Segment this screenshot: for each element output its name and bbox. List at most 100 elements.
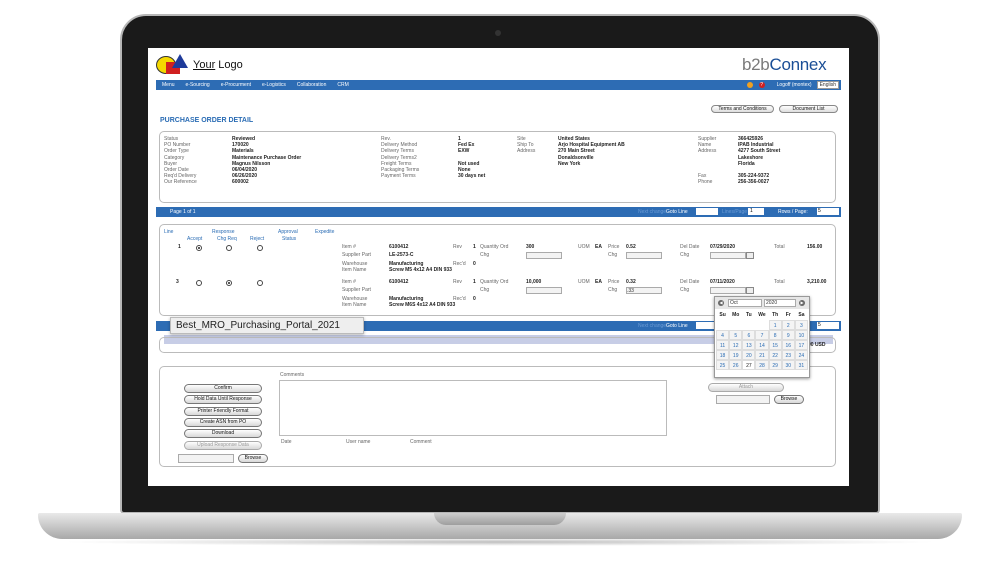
qty-change-input[interactable] [526, 287, 562, 294]
document-list-button[interactable]: Document List [779, 105, 838, 113]
calendar-day[interactable]: 18 [716, 350, 730, 360]
goto-line-input[interactable] [696, 208, 718, 215]
help-icon[interactable]: ? [758, 82, 765, 88]
calendar-day[interactable]: 31 [794, 360, 808, 370]
next-change-link[interactable]: Next change [638, 209, 666, 215]
nav-item[interactable]: Collaboration [297, 82, 326, 88]
header-value: 256-356-0027 [738, 179, 770, 186]
chgreq-radio[interactable] [226, 245, 232, 251]
attach-file-input[interactable] [716, 395, 770, 404]
calendar-day[interactable]: 28 [755, 360, 769, 370]
calendar-day[interactable]: 3 [794, 320, 808, 330]
settings-icon[interactable] [746, 82, 753, 88]
calendar-day[interactable]: 25 [716, 360, 730, 370]
date-header: Date [281, 439, 292, 445]
calendar-day[interactable]: 27 [742, 360, 756, 370]
calendar-day[interactable]: 2 [781, 320, 795, 330]
year-select[interactable]: 2020 [764, 299, 796, 307]
terms-button[interactable]: Terms and Conditions [711, 105, 774, 113]
lines-per-page-input[interactable]: 1 [748, 208, 764, 215]
download-button[interactable]: Download [184, 429, 262, 439]
next-month-icon[interactable]: ▶ [799, 300, 805, 306]
browse-button[interactable]: Browse [238, 454, 268, 463]
rows-per-page-input[interactable]: 5 [817, 208, 839, 215]
col-response: Response [212, 229, 235, 235]
calendar-day[interactable]: 13 [742, 340, 756, 350]
del-date-change-input[interactable] [710, 287, 746, 294]
nav-item[interactable]: e-Procurment [221, 82, 251, 88]
attach-button[interactable]: Attach [708, 383, 784, 392]
calendar-day[interactable]: 4 [716, 330, 730, 340]
date-picker[interactable]: ◀ Oct 2020 ▶ Su Mo Tu We Th Fr Sa 1 2 3 4 5 6 7 8 9 10 11… [714, 296, 810, 378]
calendar-day[interactable]: 24 [794, 350, 808, 360]
nav-item[interactable]: e-Logistics [262, 82, 286, 88]
header-label: Delivery Method [381, 142, 418, 149]
calendar-icon[interactable] [746, 252, 754, 259]
header-label: Address [517, 148, 536, 155]
rev-value: 1 [473, 244, 476, 250]
price-change-input[interactable]: .33 [626, 287, 662, 294]
calendar-day[interactable]: 29 [768, 360, 782, 370]
calendar-day[interactable]: 11 [716, 340, 730, 350]
month-select[interactable]: Oct [728, 299, 762, 307]
calendar-day[interactable]: 21 [755, 350, 769, 360]
calendar-day[interactable]: 19 [729, 350, 743, 360]
header-value: 305-224-9372 [738, 173, 770, 180]
calendar-day[interactable]: 10 [794, 330, 808, 340]
calendar-day[interactable]: 30 [781, 360, 795, 370]
reject-radio[interactable] [257, 245, 263, 251]
calendar-day[interactable]: 23 [781, 350, 795, 360]
printer-friendly-format-button[interactable]: Printer Friendly Format [184, 406, 262, 416]
col-chgreq: Chg Req [217, 236, 237, 242]
logoff-link[interactable]: Logoff (montex) [777, 82, 812, 88]
header-label: Phone [698, 179, 713, 186]
language-select[interactable]: English [816, 81, 839, 89]
accept-radio[interactable] [196, 280, 202, 286]
calendar-icon[interactable] [746, 287, 754, 294]
supplier-part-label: Supplier Part [342, 287, 371, 293]
logo-text[interactable]: Your Logo [193, 59, 243, 71]
calendar-day[interactable]: 8 [768, 330, 782, 340]
calendar-day[interactable]: 1 [768, 320, 782, 330]
del-date-label: Del Date [680, 279, 700, 285]
calendar-day[interactable]: 17 [794, 340, 808, 350]
browse-button[interactable]: Browse [774, 395, 804, 404]
calendar-day[interactable]: 20 [742, 350, 756, 360]
reject-radio[interactable] [257, 280, 263, 286]
calendar-day[interactable]: 22 [768, 350, 782, 360]
comments-textarea[interactable] [279, 380, 667, 436]
brand-logo: b2bConnex [742, 55, 827, 74]
rows-per-page-input[interactable]: 5 [817, 322, 839, 329]
next-change-link[interactable]: Next change [638, 323, 666, 329]
calendar-day[interactable]: 15 [768, 340, 782, 350]
del-date-change-input[interactable] [710, 252, 746, 259]
header-value: 1 [458, 136, 461, 142]
calendar-day[interactable]: 6 [742, 330, 756, 340]
calendar-day[interactable]: 9 [781, 330, 795, 340]
received-value: 0 [473, 261, 476, 267]
calendar-day[interactable]: 5 [729, 330, 743, 340]
nav-item[interactable]: e-Sourcing [186, 82, 210, 88]
item-number: 6100412 [389, 244, 409, 250]
chg-label: Chg [480, 252, 490, 258]
nav-item[interactable]: CRM [337, 82, 348, 88]
upload-file-input[interactable] [178, 454, 234, 463]
header-value: United States [558, 136, 590, 142]
chgreq-radio[interactable] [226, 280, 232, 286]
create-asn-from-po-button[interactable]: Create ASN from PO [184, 417, 262, 427]
calendar-day[interactable]: 16 [781, 340, 795, 350]
confirm-button[interactable]: Confirm [184, 384, 262, 393]
price-change-input[interactable] [626, 252, 662, 259]
calendar-day[interactable]: 7 [755, 330, 769, 340]
nav-item[interactable]: Menu [162, 82, 175, 88]
upload-response-data-button[interactable]: Upload Response Data [184, 440, 262, 450]
qty-change-input[interactable] [526, 252, 562, 259]
accept-radio[interactable] [196, 245, 202, 251]
prev-month-icon[interactable]: ◀ [718, 300, 724, 306]
price-label: Price [608, 244, 620, 250]
calendar-day[interactable]: 14 [755, 340, 769, 350]
header-label: PO Number [164, 142, 191, 149]
calendar-day[interactable]: 12 [729, 340, 743, 350]
hold-data-until-response-button[interactable]: Hold Data Until Response [184, 395, 262, 405]
calendar-day[interactable]: 26 [729, 360, 743, 370]
